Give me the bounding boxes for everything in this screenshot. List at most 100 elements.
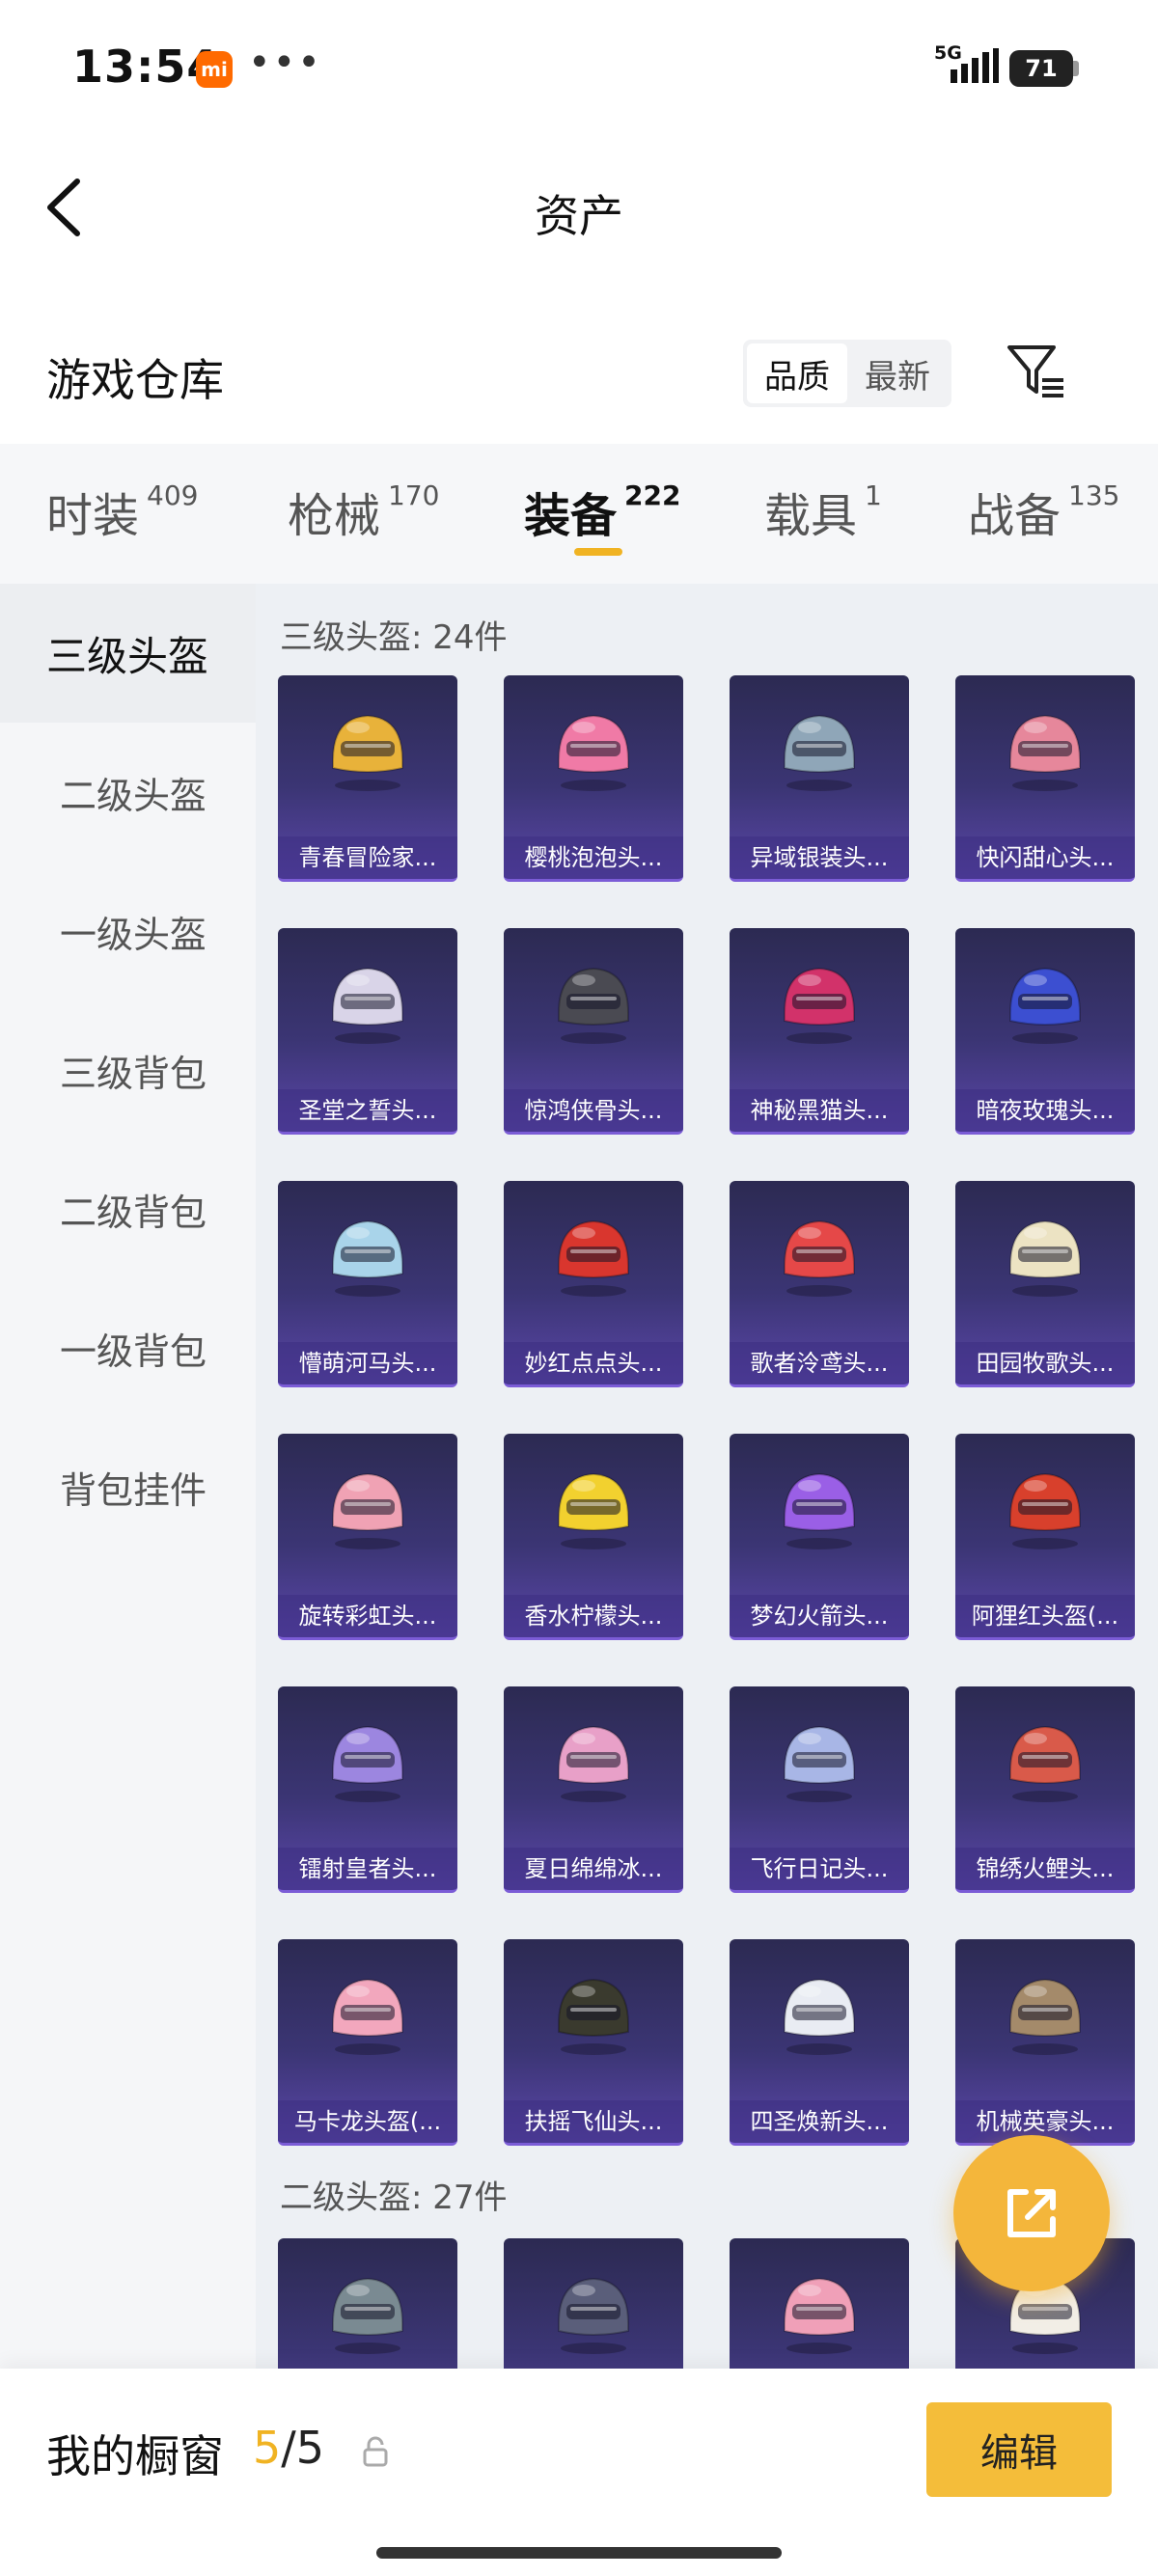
- item-name: 夏日绵绵冰...: [504, 1848, 683, 1890]
- item-card[interactable]: 圣堂之誓头...: [278, 928, 457, 1135]
- helmet-icon: [545, 2263, 642, 2360]
- item-name: 暗夜玫瑰头...: [955, 1089, 1135, 1132]
- item-name: 马卡龙头盔(...: [278, 2100, 457, 2143]
- item-card[interactable]: 阿狸红头盔(...: [955, 1434, 1135, 1640]
- item-card[interactable]: [278, 2238, 457, 2369]
- sidebar: 三级头盔 二级头盔 一级头盔 三级背包 二级背包 一级背包 背包挂件: [0, 584, 256, 2369]
- item-card[interactable]: 夏日绵绵冰...: [504, 1686, 683, 1893]
- tab-label: 时装: [46, 489, 140, 543]
- item-name: 田园牧歌头...: [955, 1342, 1135, 1384]
- sort-by-quality[interactable]: 品质: [747, 343, 847, 403]
- sort-by-newest[interactable]: 最新: [847, 343, 948, 403]
- sidebar-item-lvl3-helmet[interactable]: 三级头盔: [0, 584, 256, 723]
- helmet-icon: [319, 1964, 416, 2061]
- item-card[interactable]: 田园牧歌头...: [955, 1181, 1135, 1387]
- tab-count: 1: [865, 480, 882, 511]
- helmet-icon: [319, 1459, 416, 1555]
- edit-button[interactable]: 编辑: [926, 2402, 1112, 2497]
- item-content: 三级头盔: 24件 青春冒险家... 樱桃泡泡头... 异域银装头... 快闪甜心头.…: [256, 584, 1158, 2369]
- sidebar-item-lvl2-backpack[interactable]: 二级背包: [0, 1139, 256, 1278]
- tab-count: 135: [1068, 480, 1120, 511]
- helmet-icon: [319, 700, 416, 797]
- item-card[interactable]: 飞行日记头...: [730, 1686, 909, 1893]
- item-card[interactable]: 旋转彩虹头...: [278, 1434, 457, 1640]
- item-card[interactable]: [504, 2238, 683, 2369]
- showcase-current: 5: [253, 2422, 282, 2474]
- item-name: 旋转彩虹头...: [278, 1595, 457, 1637]
- item-card[interactable]: 异域银装头...: [730, 675, 909, 882]
- item-card[interactable]: 锦绣火鲤头...: [955, 1686, 1135, 1893]
- tab-count: 170: [388, 480, 440, 511]
- item-card[interactable]: 香水柠檬头...: [504, 1434, 683, 1640]
- helmet-icon: [319, 953, 416, 1050]
- item-name: 青春冒险家...: [278, 836, 457, 879]
- tab-equipment[interactable]: 装备 222: [524, 478, 680, 545]
- tab-supplies[interactable]: 战备 135: [968, 478, 1119, 545]
- signal-icon: [951, 48, 999, 83]
- tab-vehicles[interactable]: 载具 1: [764, 478, 882, 545]
- item-name: 梦幻火箭头...: [730, 1595, 909, 1637]
- helmet-icon: [545, 1459, 642, 1555]
- tab-label: 战备: [968, 489, 1062, 543]
- tab-weapons[interactable]: 枪械 170: [288, 478, 439, 545]
- helmet-icon: [545, 953, 642, 1050]
- helmet-icon: [771, 1206, 868, 1302]
- item-name: 异域银装头...: [730, 836, 909, 879]
- group-label: 三级头盔: 24件: [280, 618, 508, 657]
- filter-icon[interactable]: [1004, 342, 1071, 403]
- item-card[interactable]: 神秘黑猫头...: [730, 928, 909, 1135]
- helmet-icon: [545, 1712, 642, 1808]
- group-label: 二级头盔: 27件: [280, 2179, 508, 2217]
- share-button[interactable]: [953, 2135, 1110, 2291]
- item-card[interactable]: 暗夜玫瑰头...: [955, 928, 1135, 1135]
- sidebar-item-lvl2-helmet[interactable]: 二级头盔: [0, 723, 256, 862]
- item-name: 妙红点点头...: [504, 1342, 683, 1384]
- bottom-bar: 我的橱窗 5/5 编辑: [0, 2369, 1158, 2576]
- helmet-icon: [771, 1459, 868, 1555]
- lock-icon: [363, 2436, 388, 2467]
- battery-tip: [1073, 61, 1079, 76]
- item-card[interactable]: 机械英豪头...: [955, 1939, 1135, 2146]
- sidebar-item-backpack-charm[interactable]: 背包挂件: [0, 1417, 256, 1556]
- item-card[interactable]: 青春冒险家...: [278, 675, 457, 882]
- sidebar-item-lvl1-helmet[interactable]: 一级头盔: [0, 862, 256, 1000]
- helmet-icon: [771, 953, 868, 1050]
- item-card[interactable]: 歌者泠鸢头...: [730, 1181, 909, 1387]
- item-card[interactable]: 妙红点点头...: [504, 1181, 683, 1387]
- item-card[interactable]: 四圣焕新头...: [730, 1939, 909, 2146]
- helmet-icon: [771, 1712, 868, 1808]
- home-indicator: [376, 2547, 782, 2559]
- item-card[interactable]: 樱桃泡泡头...: [504, 675, 683, 882]
- status-bar: 13:54 mi ••• 5G 71: [0, 0, 1158, 135]
- helmet-icon: [319, 1206, 416, 1302]
- item-name: 歌者泠鸢头...: [730, 1342, 909, 1384]
- tab-label: 装备: [524, 489, 618, 543]
- item-card[interactable]: 惊鸿侠骨头...: [504, 928, 683, 1135]
- helmet-icon: [997, 700, 1093, 797]
- helmet-icon: [319, 1712, 416, 1808]
- item-card[interactable]: 镭射皇者头...: [278, 1686, 457, 1893]
- item-card[interactable]: 扶摇飞仙头...: [504, 1939, 683, 2146]
- item-card[interactable]: 懵萌河马头...: [278, 1181, 457, 1387]
- item-grid: 青春冒险家... 樱桃泡泡头... 异域银装头... 快闪甜心头... 圣堂之誓头...…: [278, 675, 1142, 2146]
- showcase-count: 5/5: [253, 2422, 324, 2474]
- showcase-total: /5: [281, 2422, 325, 2474]
- tab-label: 枪械: [288, 489, 381, 543]
- tab-fashion[interactable]: 时装 409: [46, 478, 198, 545]
- helmet-icon: [997, 1206, 1093, 1302]
- tab-count: 222: [624, 480, 681, 511]
- nav-bar: 资产: [0, 154, 1158, 260]
- sidebar-item-lvl1-backpack[interactable]: 一级背包: [0, 1278, 256, 1417]
- item-card[interactable]: 梦幻火箭头...: [730, 1434, 909, 1640]
- item-card[interactable]: [730, 2238, 909, 2369]
- item-card[interactable]: 马卡龙头盔(...: [278, 1939, 457, 2146]
- helmet-icon: [997, 953, 1093, 1050]
- sidebar-item-lvl3-backpack[interactable]: 三级背包: [0, 1000, 256, 1139]
- helmet-icon: [997, 1459, 1093, 1555]
- showcase-label: 我的橱窗: [46, 2430, 224, 2482]
- helmet-icon: [545, 1206, 642, 1302]
- helmet-icon: [771, 2263, 868, 2360]
- item-name: 香水柠檬头...: [504, 1595, 683, 1637]
- helmet-icon: [545, 1964, 642, 2061]
- item-card[interactable]: 快闪甜心头...: [955, 675, 1135, 882]
